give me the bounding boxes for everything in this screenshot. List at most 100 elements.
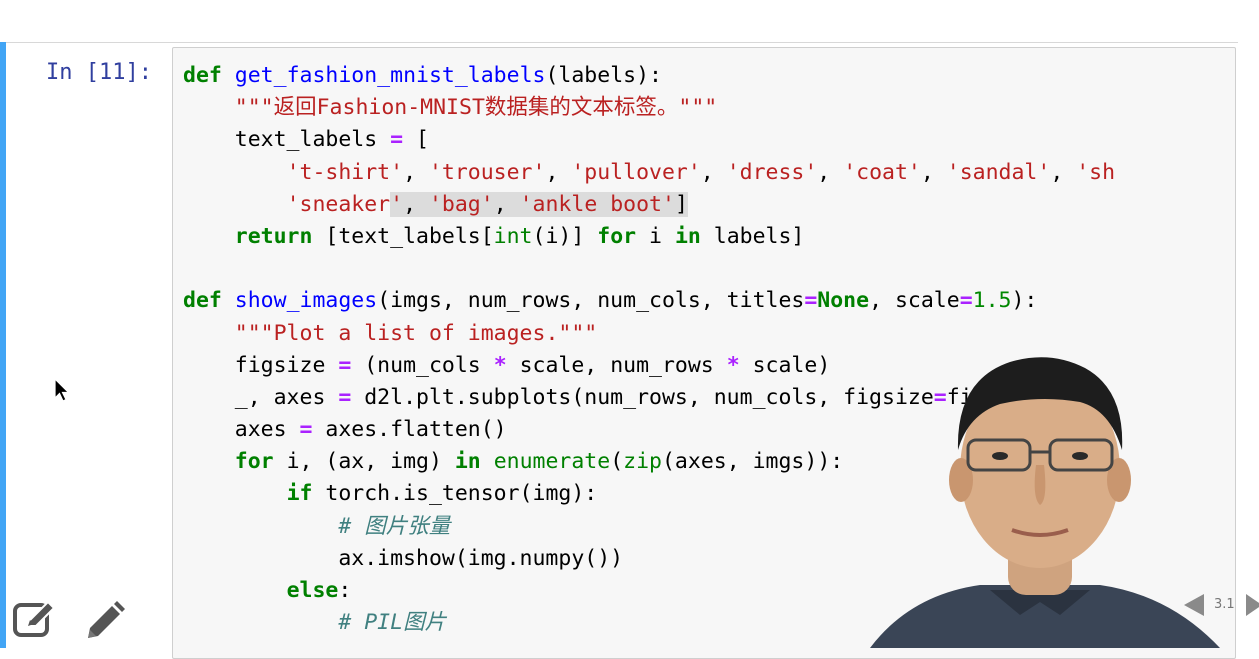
code-token: if (286, 481, 313, 507)
edit-icon[interactable] (12, 600, 58, 640)
code-token: = (390, 127, 404, 153)
code-token: None (817, 288, 870, 314)
code-token: 'ankle boot' (519, 191, 675, 217)
code-token: = (804, 288, 818, 314)
code-token: return (234, 223, 313, 249)
code-token: for (234, 449, 274, 475)
code-line[interactable]: 't-shirt', 'trouser', 'pullover', 'dress… (183, 157, 1115, 189)
code-token: scale) (739, 352, 831, 378)
code-line[interactable]: text_labels = [ (183, 124, 1115, 156)
code-token: text_labels (183, 127, 391, 153)
code-token: i (636, 223, 675, 249)
code-token: labels] (700, 223, 805, 249)
slide-nav: 3.1 (1180, 588, 1259, 628)
code-token: def (183, 288, 222, 314)
code-token: def (183, 63, 222, 88)
code-token: , scale (869, 288, 960, 314)
code-line[interactable]: def show_images(imgs, num_rows, num_cols… (183, 285, 1115, 317)
code-token: 't-shirt' (286, 159, 404, 185)
code-token: , (700, 159, 727, 185)
code-line[interactable]: return [text_labels[int(i)] for i in lab… (183, 221, 1115, 253)
code-token: _, axes (183, 384, 339, 410)
code-token: in (674, 223, 701, 249)
code-token: * (726, 352, 740, 378)
code-token: for (597, 223, 637, 249)
code-token: (imgs, num_rows, num_cols, titles (377, 288, 805, 314)
code-token: (num_cols (351, 352, 494, 378)
chevron-left-icon[interactable] (1184, 594, 1204, 616)
code-token: show_images (234, 288, 378, 314)
code-token: * (493, 352, 507, 378)
cell-prompt: In [11]: (46, 60, 152, 85)
code-token: enumerate (493, 449, 611, 475)
code-line[interactable]: 'sneaker', 'bag', 'ankle boot'] (183, 189, 1115, 221)
code-token: axes.flatten() (312, 417, 507, 443)
code-token: axes (183, 417, 300, 443)
cell-border (6, 42, 1238, 43)
code-token: (i)] (532, 223, 598, 249)
code-token: [text_labels[ (312, 223, 494, 249)
code-token: (axes, imgs)): (661, 449, 844, 475)
code-line[interactable]: """返回Fashion-MNIST数据集的文本标签。""" (183, 92, 1115, 124)
code-token: i, (ax, img) (273, 449, 455, 475)
code-token: : (338, 578, 352, 603)
code-token: , (920, 159, 947, 185)
code-token: ): (1011, 288, 1038, 314)
code-token: ax.imshow(img.numpy()) (183, 545, 624, 571)
code-token: = (338, 352, 352, 378)
code-token: = (299, 417, 313, 443)
code-token: get_fashion_mnist_labels (234, 63, 546, 88)
code-token: , (403, 159, 429, 185)
code-token: zip (623, 449, 662, 475)
code-token: , (1050, 159, 1077, 185)
code-token: 'sandal' (946, 159, 1051, 185)
code-token: 'trouser' (428, 159, 546, 185)
code-token: 'coat' (843, 159, 921, 185)
code-token: 'bag' (428, 191, 494, 217)
code-token: 'pullover' (571, 159, 701, 185)
code-token: , (545, 159, 572, 185)
code-token: # 图片张量 (338, 513, 451, 539)
chevron-right-icon[interactable] (1246, 594, 1259, 616)
code-token: """Plot a list of images.""" (234, 320, 598, 346)
code-token: 'dress' (726, 159, 818, 185)
code-token: torch.is_tensor(img): (312, 481, 598, 507)
code-token: [ (403, 127, 429, 153)
code-token: 'sneaker (286, 191, 391, 217)
code-token: , (403, 191, 429, 217)
code-token: # PIL图片 (338, 610, 447, 636)
cell-selection-bar (0, 42, 6, 648)
code-token: in (454, 449, 481, 475)
cursor-icon (54, 378, 70, 402)
code-token: = (959, 288, 973, 314)
code-token: scale, num_rows (506, 352, 727, 378)
pencil-icon[interactable] (84, 600, 126, 642)
code-token: , (493, 191, 520, 217)
code-token: ' (390, 191, 404, 217)
code-token: 1.5 (972, 288, 1012, 314)
code-token: int (493, 223, 533, 249)
code-token: 'sh (1076, 159, 1116, 185)
code-token: ] (674, 191, 688, 217)
code-line[interactable]: def get_fashion_mnist_labels(labels): (183, 60, 1115, 92)
code-token: (labels): (545, 63, 662, 88)
code-token: , (817, 159, 844, 185)
code-line[interactable] (183, 253, 1115, 285)
slide-number: 3.1 (1214, 597, 1235, 612)
code-token: = (338, 384, 352, 410)
code-token: ( (610, 449, 624, 475)
code-token: else (286, 578, 339, 603)
